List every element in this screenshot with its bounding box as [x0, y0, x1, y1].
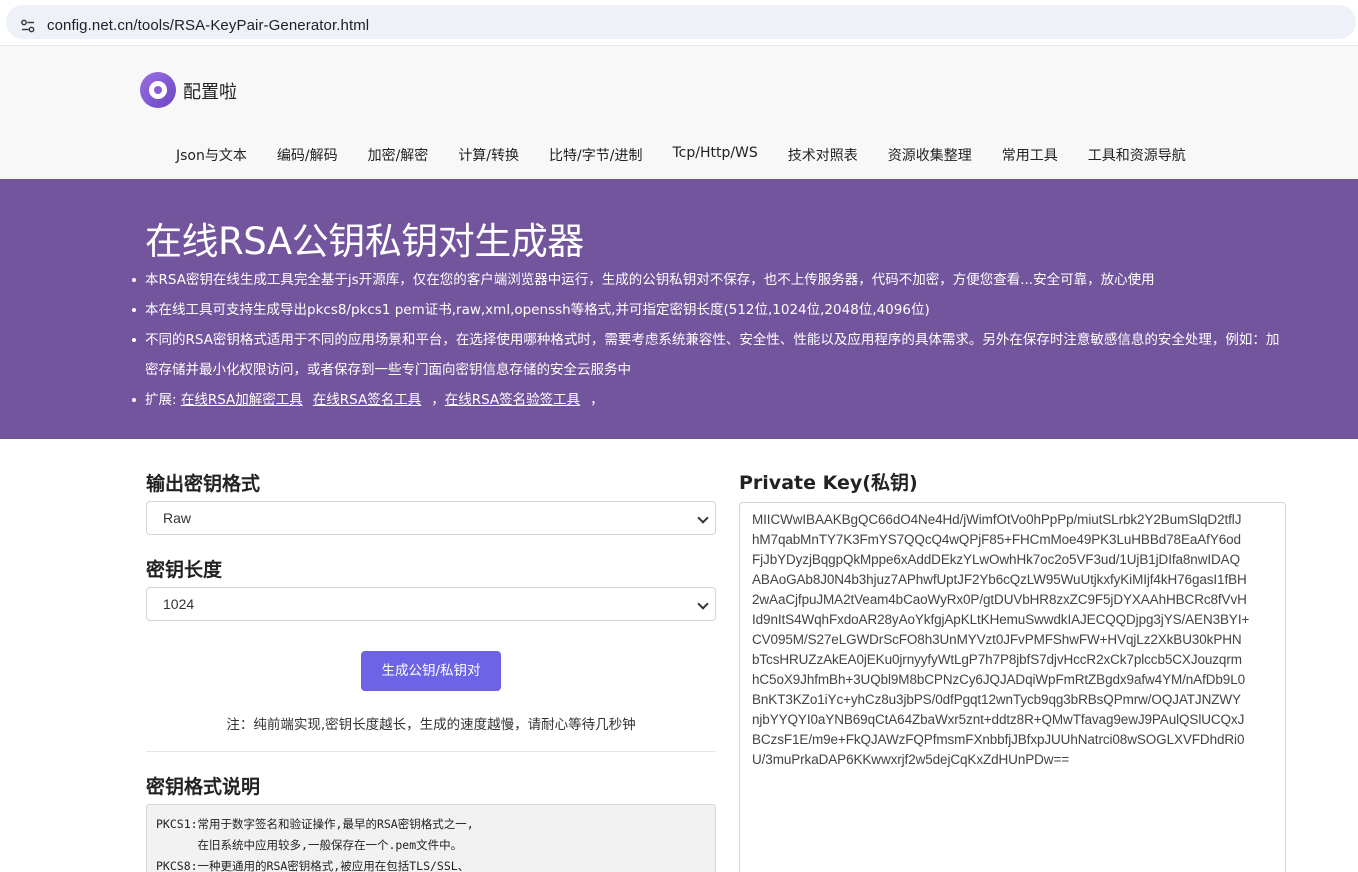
key-line: Id9nItS4WqhFxdoAR28yAoYkfgjApKLtKHemuSww… [752, 612, 1250, 627]
key-line: ABAoGAb8J0N4b3hjuz7APhwfUptJF2Yb6cQzLW95… [752, 572, 1247, 587]
hero-bullets: 本RSA密钥在线生成工具完全基于js开源库，仅在您的客户端浏览器中运行，生成的公… [132, 265, 1285, 415]
link-separator: ， [590, 392, 604, 408]
key-line: hC5oX9JhfmBh+3UQbl9M8bCPNzCy6JQJADqiWpFm… [752, 672, 1246, 687]
url-field[interactable]: config.net.cn/tools/RSA-KeyPair-Generato… [6, 5, 1356, 39]
browser-address-bar: config.net.cn/tools/RSA-KeyPair-Generato… [0, 0, 1358, 46]
format-select[interactable]: Raw [146, 501, 716, 535]
format-desc-line: PKCS1:常用于数字签名和验证操作,最早的RSA密钥格式之一, [156, 817, 474, 831]
nav-item-common-tools[interactable]: 常用工具 [1002, 145, 1058, 165]
nav-item-calc[interactable]: 计算/转换 [458, 145, 519, 165]
nav-item-resources[interactable]: 资源收集整理 [888, 145, 972, 165]
key-line: bTcsHRUZzAkEA0jEKu0jrnyyfyWtLgP7h7P8jbfS… [752, 652, 1242, 667]
format-desc-line: PKCS8:一种更通用的RSA密钥格式,被应用在包括TLS/SSL、 [156, 859, 470, 872]
nav-item-reference[interactable]: 技术对照表 [788, 145, 858, 165]
site-logo-icon[interactable] [140, 72, 176, 108]
length-select[interactable]: 1024 [146, 587, 716, 621]
key-line: U/3muPrkaDAP6KKwwxrjf2w5dejCqKxZdHUnPDw=… [752, 752, 1070, 767]
length-select-value: 1024 [163, 596, 195, 612]
hero-bullet: 不同的RSA密钥格式适用于不同的应用场景和平台，在选择使用哪种格式时，需要考虑系… [132, 325, 1285, 385]
url-text[interactable]: config.net.cn/tools/RSA-KeyPair-Generato… [47, 17, 369, 34]
site-name[interactable]: 配置啦 [183, 78, 237, 104]
generate-keypair-button[interactable]: 生成公钥/私钥对 [361, 651, 501, 691]
hero-bullet: 本RSA密钥在线生成工具完全基于js开源库，仅在您的客户端浏览器中运行，生成的公… [132, 265, 1285, 295]
chevron-down-icon [697, 512, 709, 524]
hero-banner: 在线RSA公钥私钥对生成器 本RSA密钥在线生成工具完全基于js开源库，仅在您的… [0, 179, 1358, 439]
key-line: 2wAaCjfpuJMA2tVeam4bCaoWyRx0P/gtDUVbHR8z… [752, 592, 1247, 607]
format-desc-title: 密钥格式说明 [146, 776, 261, 798]
chevron-down-icon [697, 598, 709, 610]
divider [146, 751, 716, 752]
nav-item-bits[interactable]: 比特/字节/进制 [549, 145, 642, 165]
link-rsa-encrypt-tool[interactable]: 在线RSA加解密工具 [181, 392, 303, 408]
nav-item-tcp[interactable]: Tcp/Http/WS [672, 145, 757, 165]
page-title: 在线RSA公钥私钥对生成器 [145, 220, 584, 263]
link-rsa-sign-tool[interactable]: 在线RSA签名工具 [313, 392, 421, 408]
nav-item-navigation[interactable]: 工具和资源导航 [1088, 145, 1186, 165]
key-line: BnKT3KZo1iYc+yhCz8u3jbPS/0dfPgqt12wnTycb… [752, 692, 1241, 707]
site-settings-icon[interactable] [20, 18, 36, 34]
private-key-title: Private Key(私钥) [739, 472, 918, 494]
key-line: FjJbYDyzjBqgpQkMppe6xAddDEkzYLwOwhHk7oc2… [752, 552, 1240, 567]
hero-extend-links: 扩展: 在线RSA加解密工具 在线RSA签名工具 ，在线RSA签名验签工具， [132, 385, 1285, 415]
link-separator: ， [431, 392, 445, 408]
private-key-textarea[interactable]: MIICWwIBAAKBgQC66dO4Ne4Hd/jWimfOtVo0hPpP… [739, 502, 1286, 872]
hero-bullet: 本在线工具可支持生成导出pkcs8/pkcs1 pem证书,raw,xml,op… [132, 295, 1285, 325]
key-line: njbYYQYI0aYNB69qCtA64ZbaWxr5znt+ddtz8R+Q… [752, 712, 1245, 727]
site-header: 配置啦 Json与文本 编码/解码 加密/解密 计算/转换 比特/字节/进制 T… [0, 46, 1358, 179]
key-line: MIICWwIBAAKBgQC66dO4Ne4Hd/jWimfOtVo0hPpP… [752, 512, 1242, 527]
link-rsa-verify-tool[interactable]: 在线RSA签名验签工具 [445, 392, 580, 408]
extend-label: 扩展: [145, 392, 177, 408]
generation-note: 注：纯前端实现,密钥长度越长，生成的速度越慢，请耐心等待几秒钟 [226, 717, 636, 733]
nav-item-encode[interactable]: 编码/解码 [277, 145, 338, 165]
format-desc-line: 在旧系统中应用较多,一般保存在一个.pem文件中。 [156, 838, 463, 852]
key-line: CV095M/S27eLGWDrScFO8h3UnMYVzt0JFvPMFShw… [752, 632, 1242, 647]
format-section-title: 输出密钥格式 [146, 473, 261, 495]
format-desc-box[interactable]: PKCS1:常用于数字签名和验证操作,最早的RSA密钥格式之一, 在旧系统中应用… [146, 804, 716, 872]
key-line: BCzsF1E/m9e+FkQJAWzFQPfmsmFXnbbfjJBfxpJU… [752, 732, 1245, 747]
nav-item-encrypt[interactable]: 加密/解密 [368, 145, 429, 165]
format-select-value: Raw [163, 510, 192, 526]
main-nav: Json与文本 编码/解码 加密/解密 计算/转换 比特/字节/进制 Tcp/H… [176, 145, 1216, 165]
key-line: hM7qabMnTY7K3FmYS7QQcQ4wQPjF85+FHCmMoe49… [752, 532, 1241, 547]
length-section-title: 密钥长度 [146, 559, 223, 581]
nav-item-json[interactable]: Json与文本 [176, 145, 247, 165]
